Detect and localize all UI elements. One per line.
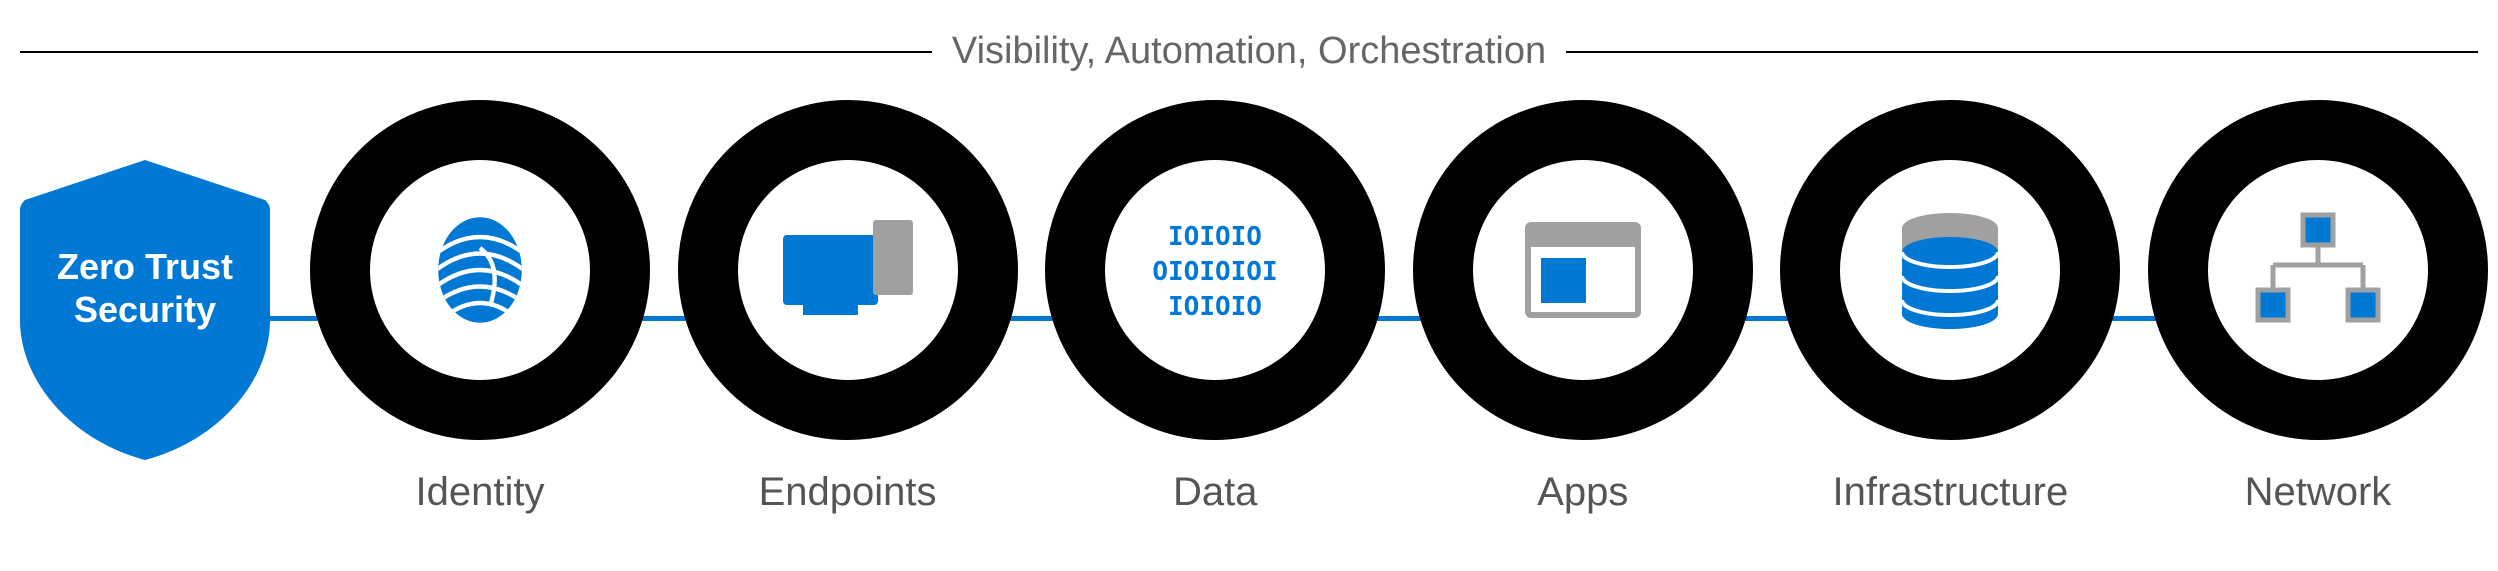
header-divider: Visibility, Automation, Orchestration — [20, 30, 2478, 73]
pillar-label-data: Data — [1173, 470, 1258, 515]
pillar-identity: Identity — [310, 100, 650, 515]
pillar-network: Network — [2148, 100, 2488, 515]
pillars-row: Identity Endpoints IOIOIO OIOIOIOI IOIOI… — [310, 100, 2488, 515]
pillar-ring-infrastructure — [1780, 100, 2120, 440]
shield-title-line1: Zero Trust — [57, 246, 233, 287]
binary-icon: IOIOIO OIOIOIOI IOIOIO — [1145, 200, 1285, 340]
network-icon — [2248, 200, 2388, 340]
pillar-data: IOIOIO OIOIOIOI IOIOIO Data — [1045, 100, 1385, 515]
svg-text:IOIOIO: IOIOIO — [1168, 292, 1262, 322]
devices-icon — [778, 200, 918, 340]
pillar-infrastructure: Infrastructure — [1780, 100, 2120, 515]
pillar-label-network: Network — [2245, 470, 2392, 515]
fingerprint-icon — [410, 200, 550, 340]
pillar-ring-apps — [1413, 100, 1753, 440]
pillar-ring-endpoints — [678, 100, 1018, 440]
pillar-endpoints: Endpoints — [678, 100, 1018, 515]
pillar-label-apps: Apps — [1537, 470, 1628, 515]
pillar-apps: Apps — [1413, 100, 1753, 515]
svg-text:OIOIOIOI: OIOIOIOI — [1153, 257, 1278, 287]
pillar-label-identity: Identity — [416, 470, 545, 515]
pillar-ring-identity — [310, 100, 650, 440]
pillar-label-endpoints: Endpoints — [759, 470, 937, 515]
header-title: Visibility, Automation, Orchestration — [932, 30, 1566, 73]
zero-trust-shield: Zero Trust Security — [20, 160, 270, 460]
svg-text:IOIOIO: IOIOIO — [1168, 222, 1262, 252]
shield-title-line2: Security — [74, 289, 216, 330]
pillar-ring-network — [2148, 100, 2488, 440]
header-line-left — [20, 51, 932, 53]
header-line-right — [1566, 51, 2478, 53]
pillar-ring-data: IOIOIO OIOIOIOI IOIOIO — [1045, 100, 1385, 440]
window-icon — [1513, 200, 1653, 340]
pillar-label-infrastructure: Infrastructure — [1833, 470, 2069, 515]
shield-title: Zero Trust Security — [20, 245, 270, 331]
database-icon — [1880, 200, 2020, 340]
